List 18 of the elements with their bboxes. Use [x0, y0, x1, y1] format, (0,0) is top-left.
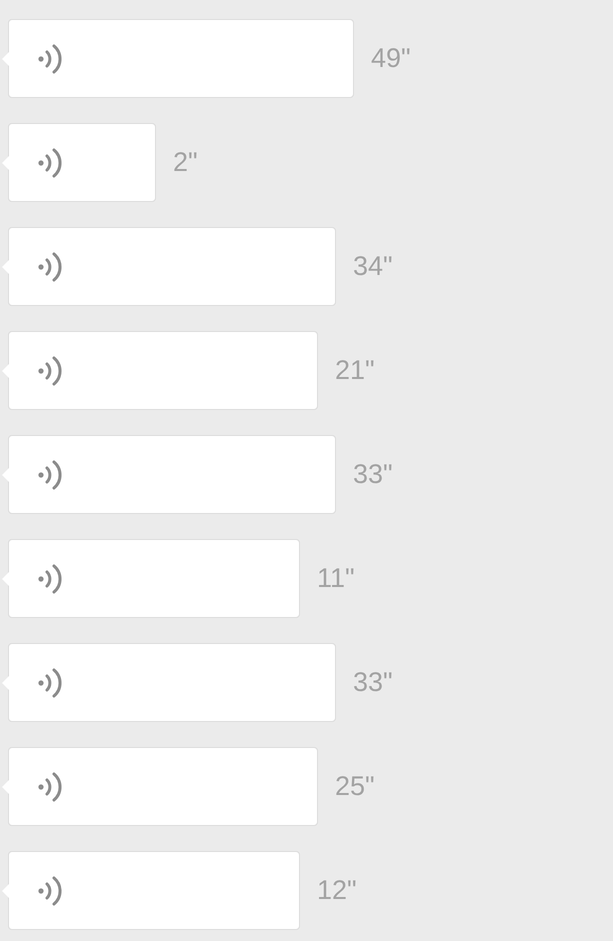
duration-label: 11" [317, 563, 355, 594]
duration-label: 34" [353, 251, 393, 282]
duration-label: 25" [335, 771, 375, 802]
duration-label: 12" [317, 875, 357, 906]
duration-label: 49" [371, 43, 411, 74]
voice-icon [38, 874, 62, 906]
voice-icon [38, 770, 62, 802]
voice-icon [38, 354, 62, 386]
voice-icon [38, 666, 62, 698]
duration-label: 33" [353, 459, 393, 490]
voice-icon [38, 562, 62, 594]
voice-icon [38, 250, 62, 282]
duration-label: 33" [353, 667, 393, 698]
voice-icon [38, 146, 62, 178]
duration-label: 21" [335, 355, 375, 386]
voice-icon [38, 42, 62, 74]
duration-label: 2" [173, 147, 198, 178]
voice-icon [38, 458, 62, 490]
